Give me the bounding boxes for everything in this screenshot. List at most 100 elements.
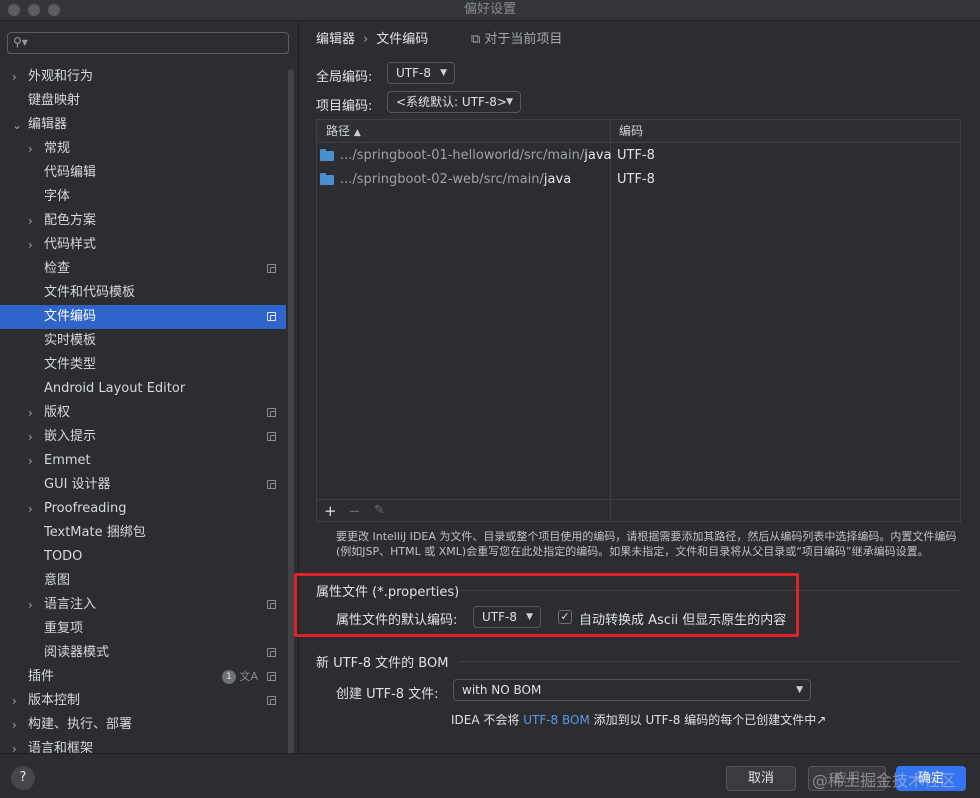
sidebar-item[interactable]: 意图 (0, 569, 286, 593)
translate-icon: 文A (239, 670, 258, 683)
sidebar-scrollbar[interactable] (288, 69, 294, 753)
settings-tree: › 外观和行为键盘映射 ⌄ 编辑器 › 常规 代码编辑 字体 › 配色方案 › 代码样式 检查文件和代码… (0, 65, 286, 753)
zoom-window-button[interactable] (48, 4, 60, 16)
breadcrumb-parent[interactable]: 编辑器 (316, 32, 355, 47)
sidebar-item[interactable]: › Emmet (0, 449, 286, 473)
chevron-right-icon[interactable]: › (28, 425, 38, 449)
chevron-right-icon[interactable]: › (12, 689, 22, 713)
folder-icon (320, 149, 334, 161)
sidebar-item[interactable]: ⌄ 编辑器 (0, 113, 286, 137)
sidebar-item[interactable]: 文件和代码模板 (0, 281, 286, 305)
sidebar-item[interactable]: TextMate 捆绑包 (0, 521, 286, 545)
project-scope-icon (267, 312, 276, 321)
settings-search-input[interactable]: ⚲▾ (7, 32, 289, 54)
sidebar-item[interactable]: › 版本控制 (0, 689, 286, 713)
bom-note-suffix: 添加到以 UTF-8 编码的每个已创建文件中↗ (589, 713, 827, 727)
chevron-down-icon: ▼ (506, 97, 513, 107)
add-path-button[interactable]: + (324, 500, 337, 522)
path-leaf: java (543, 172, 572, 187)
sidebar-item[interactable]: 检查 (0, 257, 286, 281)
help-button[interactable]: ? (11, 766, 35, 790)
encoding-hint-text: 要更改 IntelliJ IDEA 为文件、目录或整个项目使用的编码，请根据需要… (336, 530, 957, 558)
sidebar-item[interactable]: › 构建、执行、部署 (0, 713, 286, 737)
table-header: 路径 ▲ 编码 (317, 120, 960, 143)
table-row[interactable]: .../springboot-01-helloworld/src/main/ja… (317, 144, 960, 168)
sidebar-item[interactable]: › 配色方案 (0, 209, 286, 233)
global-encoding-label: 全局编码: (316, 70, 373, 85)
close-window-button[interactable] (8, 4, 20, 16)
bom-mode-select[interactable]: with NO BOM ▼ (453, 679, 811, 701)
main-panel: 编辑器 › 文件编码 ⧉ 对于当前项目 全局编码: UTF-8 ▼ 项目编码: <系统… (299, 21, 980, 753)
breadcrumb-current: 文件编码 (376, 32, 429, 47)
sidebar-item[interactable]: 重复项 (0, 617, 286, 641)
global-encoding-select[interactable]: UTF-8 ▼ (387, 62, 455, 84)
sidebar-item[interactable]: 代码编辑 (0, 161, 286, 185)
sidebar-item-label: Emmet (44, 453, 91, 468)
sidebar-item[interactable]: › 嵌入提示 (0, 425, 286, 449)
encoding-column-header[interactable]: 编码 (619, 120, 643, 142)
project-encoding-value: <系统默认: UTF-8> (396, 95, 507, 109)
chevron-right-icon[interactable]: › (28, 497, 38, 521)
chevron-right-icon[interactable]: › (12, 713, 22, 737)
encoding-cell[interactable]: UTF-8 (617, 144, 655, 168)
chevron-right-icon[interactable]: › (28, 449, 38, 473)
sidebar-item[interactable]: › 外观和行为 (0, 65, 286, 89)
sidebar-item-label: 键盘映射 (28, 93, 81, 108)
sidebar-item[interactable]: › 语言注入 (0, 593, 286, 617)
sidebar-item[interactable]: 字体 (0, 185, 286, 209)
project-scope-icon (267, 648, 276, 657)
chevron-right-icon[interactable]: › (28, 137, 38, 161)
cancel-button[interactable]: 取消 (726, 766, 796, 791)
dialog-button-bar: ? 取消 应用 确定 @稀土掘金技术社区 (0, 753, 980, 798)
remove-path-button[interactable]: − (348, 500, 361, 522)
path-encoding-table: 路径 ▲ 编码 .../springboot-01-helloworld/src… (316, 119, 961, 523)
search-icon: ⚲▾ (13, 35, 28, 49)
utf8-bom-link[interactable]: UTF-8 BOM (523, 713, 590, 727)
sidebar-item-label: 重复项 (44, 621, 84, 636)
sidebar-item[interactable]: 文件类型 (0, 353, 286, 377)
sidebar-item[interactable]: 实时模板 (0, 329, 286, 353)
project-encoding-select[interactable]: <系统默认: UTF-8> ▼ (387, 91, 521, 113)
window-title: 偏好设置 (463, 2, 516, 17)
chevron-right-icon[interactable]: › (28, 401, 38, 425)
sidebar-item[interactable]: › 版权 (0, 401, 286, 425)
sidebar-item[interactable]: 文件编码 (0, 305, 286, 329)
sidebar-item[interactable]: › 常规 (0, 137, 286, 161)
sidebar-item[interactable]: 插件 1 文A (0, 665, 286, 689)
sidebar-item[interactable]: 阅读器模式 (0, 641, 286, 665)
chevron-down-icon[interactable]: ⌄ (12, 113, 22, 137)
sidebar-item[interactable]: TODO (0, 545, 286, 569)
bom-note: IDEA 不会将 UTF-8 BOM 添加到以 UTF-8 编码的每个已创建文件… (451, 711, 826, 728)
minimize-window-button[interactable] (28, 4, 40, 16)
chevron-right-icon[interactable]: › (28, 233, 38, 257)
path-leaf: java (584, 148, 612, 163)
chevron-right-icon[interactable]: › (12, 65, 22, 89)
sidebar-item-label: GUI 设计器 (44, 477, 111, 492)
chevron-right-icon[interactable]: › (28, 209, 38, 233)
edit-path-icon[interactable]: ✎ (374, 500, 385, 522)
sidebar-item[interactable]: › Proofreading (0, 497, 286, 521)
project-scope-icon (267, 696, 276, 705)
chevron-down-icon: ▼ (796, 685, 803, 695)
project-scope-icon (267, 264, 276, 273)
chevron-right-icon[interactable]: › (28, 593, 38, 617)
path-prefix: .../springboot-02-web/src/main/ (340, 172, 544, 187)
project-encoding-label: 项目编码: (316, 99, 373, 114)
encoding-cell[interactable]: UTF-8 (617, 168, 655, 192)
sidebar-item[interactable]: Android Layout Editor (0, 377, 286, 401)
sidebar-item-label: 语言和框架 (28, 741, 94, 753)
sidebar-item-label: Proofreading (44, 501, 127, 516)
table-row[interactable]: .../springboot-02-web/src/main/java UTF-8 (317, 168, 960, 192)
sidebar-item[interactable]: 键盘映射 (0, 89, 286, 113)
sidebar-item-label: 文件和代码模板 (44, 285, 136, 300)
sidebar-item[interactable]: › 语言和框架 (0, 737, 286, 753)
sidebar-item-label: 编辑器 (28, 117, 68, 132)
highlight-annotation-box (294, 573, 799, 637)
project-scope-icon (267, 480, 276, 489)
chevron-right-icon[interactable]: › (12, 737, 22, 753)
path-column-header[interactable]: 路径 ▲ (326, 120, 361, 142)
sidebar-item[interactable]: GUI 设计器 (0, 473, 286, 497)
table-toolbar: + − ✎ (317, 499, 960, 522)
sidebar-item[interactable]: › 代码样式 (0, 233, 286, 257)
sidebar-item-label: 插件 (28, 669, 55, 684)
